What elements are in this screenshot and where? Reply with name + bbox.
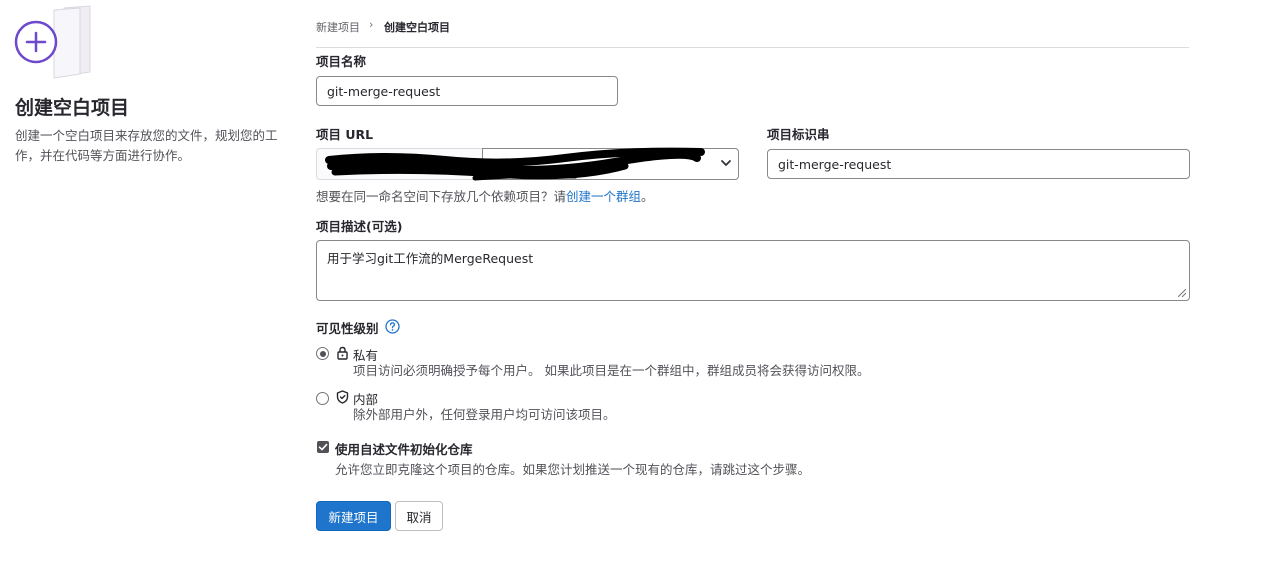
readme-help: 允许您立即克隆这个项目的仓库。如果您计划推送一个现有的仓库，请跳过这个步骤。: [335, 462, 811, 477]
page-title: 创建空白项目: [15, 97, 130, 119]
new-project-illustration-icon: [14, 5, 91, 79]
visibility-internal-radio[interactable]: [316, 392, 329, 405]
project-slug-value: git-merge-request: [778, 156, 892, 172]
redaction-scribble: [325, 147, 705, 181]
project-slug-input[interactable]: git-merge-request: [767, 149, 1190, 179]
help-icon[interactable]: [385, 319, 400, 334]
visibility-label: 可见性级别: [316, 321, 379, 336]
shield-icon: [336, 390, 349, 404]
project-name-input[interactable]: git-merge-request: [316, 76, 618, 106]
project-slug-label: 项目标识串: [767, 127, 830, 142]
breadcrumb-separator: ›: [369, 18, 374, 31]
checkmark-icon: [318, 443, 328, 451]
readme-checkbox[interactable]: [317, 441, 329, 453]
cancel-button[interactable]: 取消: [395, 501, 443, 531]
visibility-private-radio[interactable]: [316, 347, 329, 360]
visibility-internal-help: 除外部用户外，任何登录用户均可访问该项目。: [353, 407, 616, 422]
project-name-label: 项目名称: [316, 54, 367, 69]
project-description-value: 用于学习git工作流的MergeRequest: [327, 251, 534, 266]
project-url-label: 项目 URL: [316, 127, 374, 142]
breadcrumb-divider: [316, 47, 1189, 48]
breadcrumb-current: 创建空白项目: [384, 21, 450, 34]
resize-handle-icon[interactable]: [1178, 289, 1186, 297]
namespace-hint-text: 想要在同一命名空间下存放几个依赖项目？请: [316, 189, 567, 204]
visibility-private-help: 项目访问必须明确授予每个用户。 如果此项目是在一个群组中，群组成员将会获得访问权…: [353, 363, 870, 378]
namespace-hint-suffix: 。: [641, 189, 654, 204]
project-name-value: git-merge-request: [327, 83, 441, 99]
readme-label[interactable]: 使用自述文件初始化仓库: [335, 439, 473, 458]
create-group-link[interactable]: 创建一个群组: [566, 189, 641, 204]
namespace-hint: 想要在同一命名空间下存放几个依赖项目？请创建一个群组。: [316, 186, 654, 205]
project-description-textarea[interactable]: 用于学习git工作流的MergeRequest: [316, 240, 1190, 301]
lock-icon: [337, 346, 348, 360]
breadcrumb-new-project[interactable]: 新建项目: [316, 19, 360, 35]
chevron-down-icon[interactable]: [719, 156, 733, 170]
project-description-label: 项目描述(可选): [316, 219, 403, 234]
create-project-button[interactable]: 新建项目: [316, 501, 391, 531]
page-description: 创建一个空白项目来存放您的文件，规划您的工作，并在代码等方面进行协作。: [15, 128, 278, 163]
